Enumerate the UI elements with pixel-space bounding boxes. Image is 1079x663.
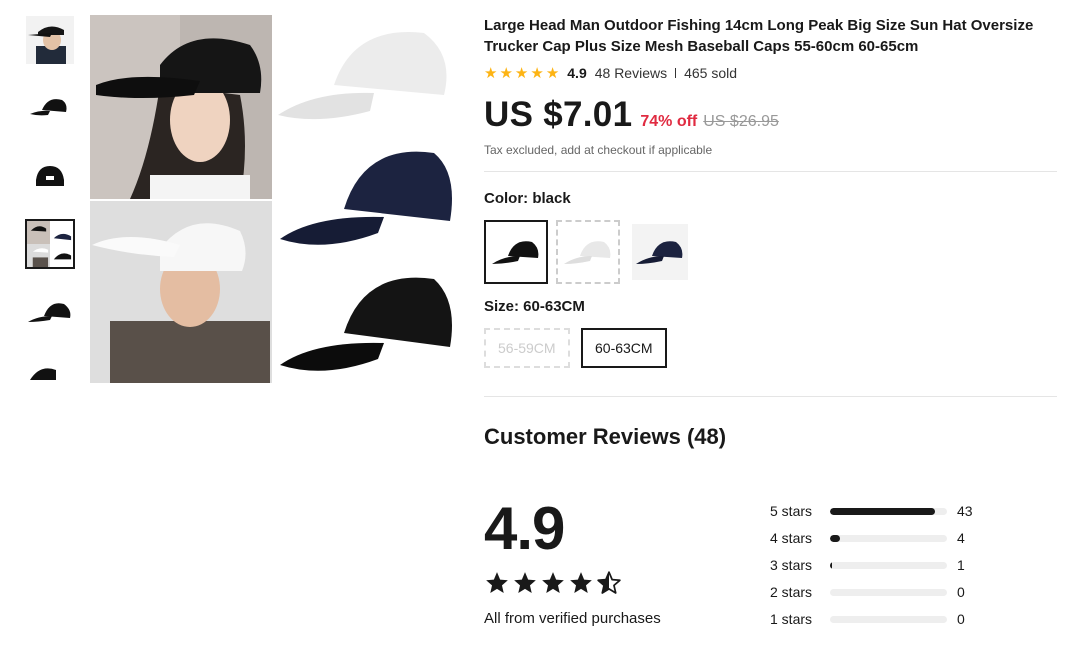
sold-count: 465 sold (684, 65, 738, 81)
divider (484, 171, 1057, 172)
thumbnail-3[interactable] (25, 151, 75, 201)
thumbnail-6[interactable] (25, 355, 75, 383)
verified-note: All from verified purchases (484, 610, 661, 627)
size-option-60-63[interactable]: 60-63CM (581, 328, 667, 368)
rating-bar-5[interactable]: 5 stars 43 (770, 501, 973, 521)
rating-bar-track (830, 561, 947, 569)
woman-wearing-cap-photo (90, 15, 272, 199)
color-label: Color: black (484, 190, 571, 207)
color-option-white[interactable] (556, 220, 620, 284)
black-cap-side-image (26, 288, 74, 336)
rating-bar-count: 4 (957, 530, 965, 546)
thumbnail-4[interactable] (25, 219, 75, 269)
rating-bar-track (830, 615, 947, 623)
size-label: Size: 60-63CM (484, 298, 585, 315)
star-icon: ★ (484, 64, 498, 82)
divider (484, 396, 1057, 397)
thumbnail-strip (25, 15, 77, 383)
reviews-heading: Customer Reviews (48) (484, 424, 727, 449)
black-mesh-cap-photo (274, 261, 458, 383)
rating-bar-label: 2 stars (770, 584, 813, 600)
star-icon (514, 572, 536, 593)
color-option-navy[interactable] (628, 220, 692, 284)
product-info: Large Head Man Outdoor Fishing 14cm Long… (484, 15, 1059, 157)
cap-person-image (26, 16, 74, 64)
divider (675, 68, 677, 78)
average-stars (484, 570, 622, 596)
rating-stars: ★ ★ ★ ★ ★ (484, 66, 559, 81)
star-icon: ★ (499, 64, 513, 82)
color-option-black[interactable] (484, 220, 548, 284)
rating-bar-count: 0 (957, 611, 965, 627)
star-icon: ★ (514, 64, 529, 82)
rating-value: 4.9 (567, 65, 587, 81)
rating-bar-count: 0 (957, 584, 965, 600)
black-cap-partial-image (26, 356, 74, 383)
rating-bar-fill (830, 561, 833, 569)
rating-bar-4[interactable]: 4 stars 4 (770, 528, 965, 548)
product-title: Large Head Man Outdoor Fishing 14cm Long… (484, 17, 1034, 55)
rating-bar-label: 4 stars (770, 530, 813, 546)
reviews-link[interactable]: 48 Reviews (595, 65, 667, 81)
rating-bar-label: 1 stars (770, 611, 813, 627)
rating-bar-count: 43 (957, 503, 973, 519)
rating-bar-label: 5 stars (770, 503, 813, 519)
rating-row: ★ ★ ★ ★ ★ 4.9 48 Reviews 465 sold (484, 63, 1059, 83)
rating-bar-3[interactable]: 3 stars 1 (770, 555, 965, 575)
discount-badge: 74% off (640, 113, 698, 130)
original-price: US $26.95 (703, 113, 779, 130)
navy-cap-swatch-image (632, 224, 688, 280)
thumbnail-1[interactable] (25, 15, 75, 65)
rating-bar-track (830, 507, 947, 515)
rating-bar-2[interactable]: 2 stars 0 (770, 582, 965, 602)
white-cap-photo (274, 15, 458, 135)
white-cap-swatch-image (560, 224, 616, 280)
rating-bar-label: 3 stars (770, 557, 813, 573)
collage-image (27, 221, 73, 267)
navy-cap-photo (274, 133, 458, 259)
rating-bar-1[interactable]: 1 stars 0 (770, 609, 965, 629)
half-star-icon (597, 571, 621, 594)
rating-bar-track (830, 588, 947, 596)
black-cap-back-image (26, 152, 74, 200)
star-icon: ★ (545, 64, 560, 82)
star-icon (570, 572, 592, 593)
star-icon (486, 572, 508, 593)
size-option-56-59[interactable]: 56-59CM (484, 328, 570, 368)
average-score: 4.9 (484, 495, 565, 562)
main-product-image[interactable] (90, 15, 458, 383)
tax-note: Tax excluded, add at checkout if applica… (484, 143, 713, 157)
black-cap-image (26, 84, 74, 132)
star-icon (542, 572, 564, 593)
rating-bar-track (830, 534, 947, 542)
rating-bar-count: 1 (957, 557, 965, 573)
rating-bar-fill (830, 507, 935, 515)
black-cap-swatch-image (488, 224, 544, 280)
star-icon: ★ (530, 64, 544, 82)
thumbnail-5[interactable] (25, 287, 75, 337)
rating-bar-fill (830, 534, 840, 542)
current-price: US $7.01 (484, 95, 633, 134)
man-wearing-cap-photo (90, 201, 272, 383)
thumbnail-2[interactable] (25, 83, 75, 133)
price-row: US $7.01 74% off US $26.95 (484, 95, 1059, 135)
